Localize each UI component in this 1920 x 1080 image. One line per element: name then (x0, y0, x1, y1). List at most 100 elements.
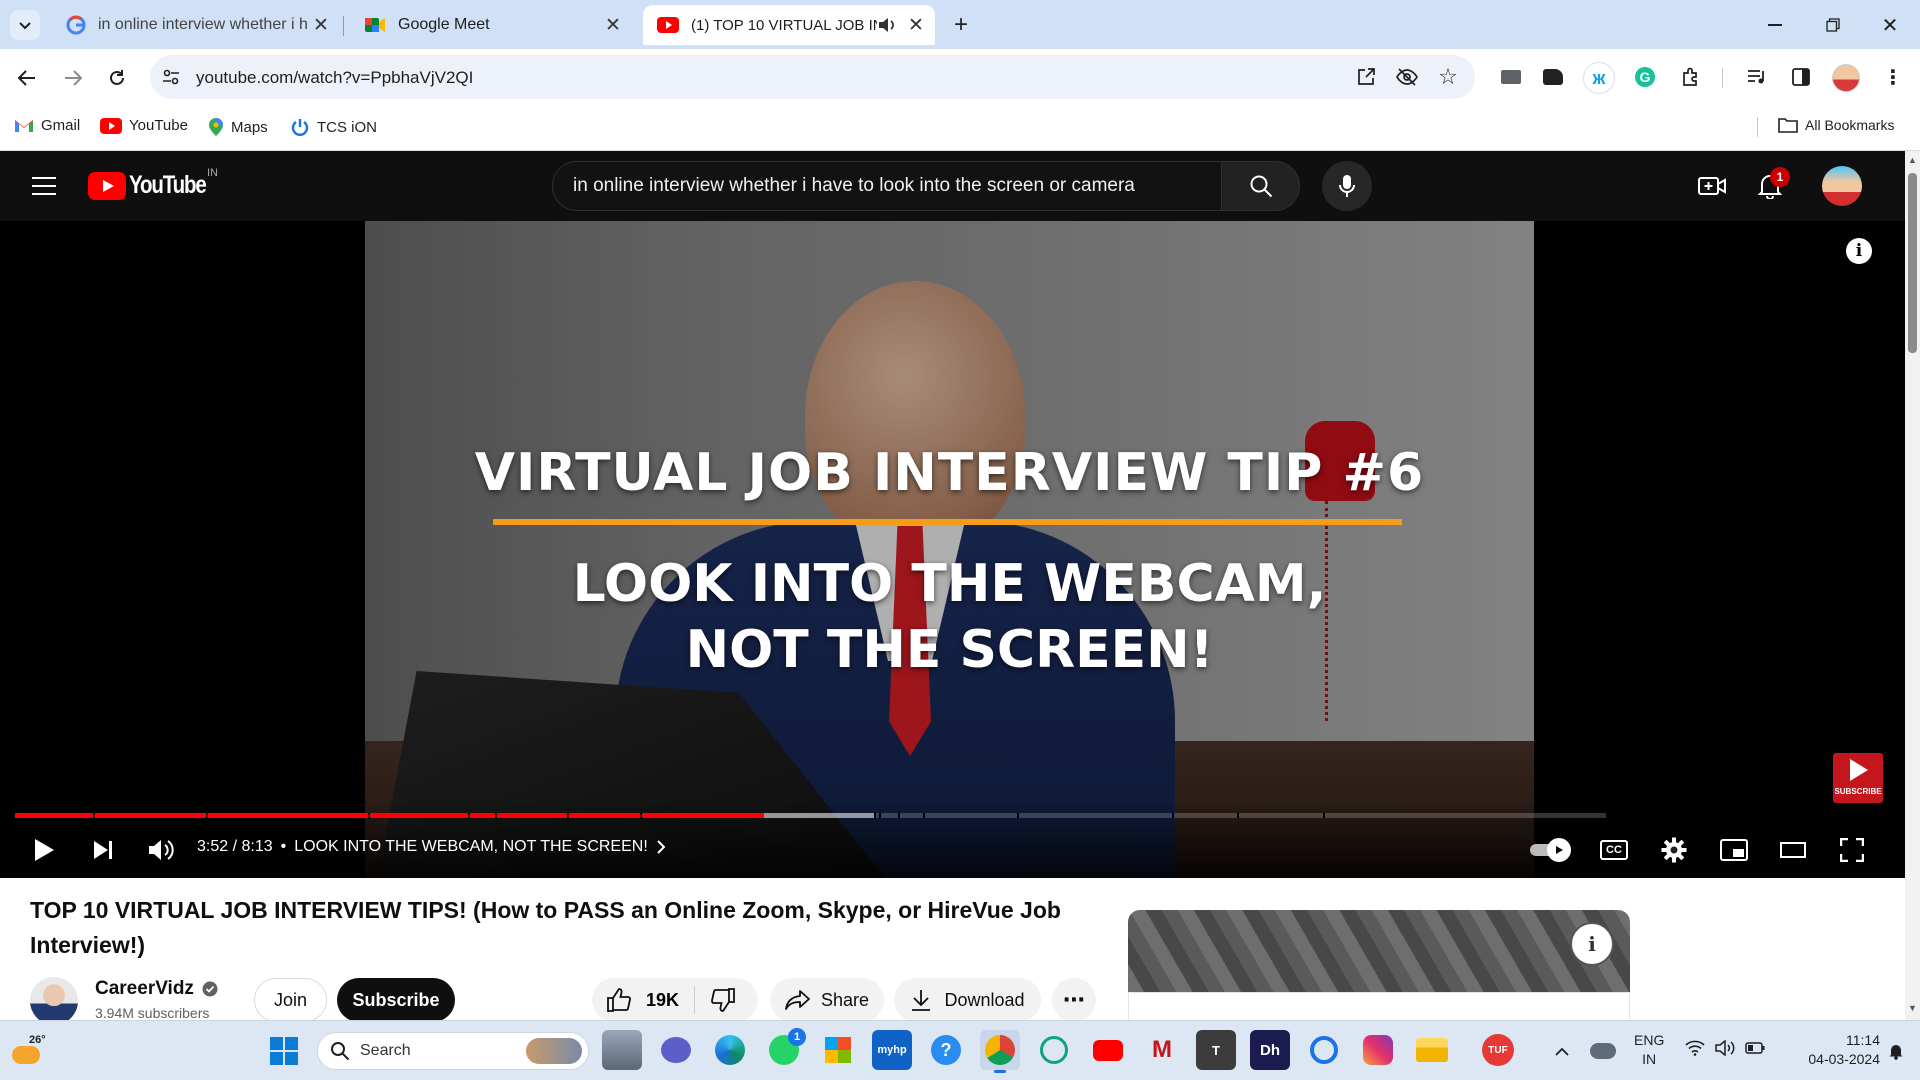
youtube-taskbar-icon[interactable] (1088, 1030, 1128, 1070)
ad-banner[interactable]: i (1128, 910, 1630, 1020)
share-button[interactable]: Share (770, 978, 884, 1022)
site-info-icon[interactable] (158, 64, 184, 90)
tab-search-button[interactable] (10, 10, 40, 40)
tuf-app-icon[interactable]: TUF (1478, 1030, 1518, 1070)
back-button[interactable] (12, 63, 42, 93)
search-input[interactable]: in online interview whether i have to lo… (552, 161, 1222, 211)
speaker-icon[interactable] (877, 16, 897, 34)
eye-off-icon[interactable] (1394, 64, 1420, 90)
show-hidden-icons-button[interactable] (1550, 1040, 1574, 1064)
more-actions-button[interactable]: ⋯ (1052, 978, 1096, 1022)
extension-screen-icon[interactable] (1498, 64, 1524, 90)
bookmark-tcs-ion[interactable]: TCS iON (290, 117, 377, 137)
progress-bar[interactable] (15, 813, 1606, 818)
chrome-icon[interactable] (980, 1030, 1020, 1070)
extension-cat-icon[interactable] (1540, 64, 1566, 90)
info-icon[interactable]: i (1846, 238, 1872, 264)
chatgpt-icon[interactable] (1034, 1030, 1074, 1070)
next-button[interactable] (85, 832, 121, 868)
cortana-icon[interactable] (1304, 1030, 1344, 1070)
tab-google-meet[interactable]: Google Meet ✕ (350, 5, 632, 45)
scroll-down-icon[interactable]: ▼ (1908, 1003, 1917, 1013)
account-avatar[interactable] (1822, 166, 1862, 206)
language-indicator[interactable]: ENG IN (1634, 1031, 1664, 1069)
tab-title: in online interview whether i ha (98, 16, 308, 33)
miniplayer-button[interactable] (1716, 832, 1752, 868)
close-window-button[interactable]: ✕ (1875, 12, 1905, 38)
search-button[interactable] (1221, 161, 1300, 211)
minimize-button[interactable] (1760, 12, 1790, 38)
extensions-puzzle-icon[interactable] (1678, 64, 1704, 90)
bookmark-gmail[interactable]: Gmail (14, 117, 80, 134)
close-icon[interactable]: ✕ (600, 12, 626, 38)
video-frame[interactable]: VIRTUAL JOB INTERVIEW TIP #6 LOOK INTO T… (365, 221, 1534, 878)
youtube-logo[interactable]: YouTube (88, 171, 222, 200)
onedrive-cloud-icon[interactable] (1590, 1043, 1616, 1059)
new-tab-button[interactable]: + (948, 11, 974, 38)
system-tray[interactable] (1685, 1040, 1765, 1056)
scrollbar-thumb[interactable] (1908, 173, 1917, 353)
channel-avatar[interactable] (30, 977, 78, 1025)
forward-button[interactable] (58, 63, 88, 93)
guide-menu-button[interactable] (28, 170, 60, 202)
start-button[interactable] (264, 1031, 304, 1071)
reload-button[interactable] (102, 63, 132, 93)
autoplay-toggle[interactable] (1530, 838, 1572, 862)
fullscreen-button[interactable] (1834, 832, 1870, 868)
subscribe-watermark[interactable]: SUBSCRIBE (1833, 753, 1883, 803)
edge-icon[interactable] (710, 1030, 750, 1070)
channel-name-row[interactable]: CareerVidz (95, 978, 218, 1000)
all-bookmarks-button[interactable]: All Bookmarks (1778, 117, 1894, 133)
task-view-icon[interactable] (602, 1030, 642, 1070)
voice-search-button[interactable] (1322, 161, 1372, 211)
close-icon[interactable]: ✕ (903, 12, 929, 38)
terminal-icon[interactable]: T (1196, 1030, 1236, 1070)
tab-youtube-video[interactable]: (1) TOP 10 VIRTUAL JOB INT ✕ (643, 5, 935, 45)
subscribe-button[interactable]: Subscribe (337, 978, 455, 1022)
grammarly-icon[interactable]: G (1632, 64, 1658, 90)
captions-button[interactable]: CC (1596, 834, 1632, 866)
url-text[interactable]: youtube.com/watch?v=PpbhaVjV2QI (196, 68, 473, 88)
create-button[interactable] (1694, 168, 1730, 204)
time-chapter[interactable]: 3:52 / 8:13 • LOOK INTO THE WEBCAM, NOT … (197, 838, 666, 856)
extension-butterfly-icon[interactable]: ж (1584, 63, 1614, 93)
settings-button[interactable] (1656, 832, 1692, 868)
share-label: Share (820, 989, 870, 1010)
restore-button[interactable] (1818, 12, 1848, 38)
kebab-menu-icon[interactable]: ⋮ (1880, 64, 1906, 90)
dh-app-icon[interactable]: Dh (1250, 1030, 1290, 1070)
clock[interactable]: 11:14 04-03-2024 (1784, 1031, 1880, 1069)
chevron-up-icon (1555, 1047, 1569, 1056)
mcafee-icon[interactable]: M (1142, 1030, 1182, 1070)
taskbar-search[interactable]: Search (317, 1032, 589, 1070)
bookmark-youtube[interactable]: YouTube (100, 117, 188, 134)
bookmark-maps[interactable]: Maps (208, 117, 268, 137)
scroll-up-icon[interactable]: ▲ (1908, 155, 1917, 165)
notification-center-button[interactable] (1885, 1040, 1907, 1062)
file-explorer-icon[interactable] (1412, 1030, 1452, 1070)
ad-info-icon[interactable]: i (1570, 922, 1614, 966)
google-icon (66, 15, 86, 35)
tab-search[interactable]: in online interview whether i ha ✕ (52, 5, 340, 45)
page-scrollbar[interactable]: ▲ ▼ (1905, 151, 1920, 1020)
weather-widget[interactable]: 26° (10, 1034, 46, 1068)
play-button[interactable] (26, 832, 62, 868)
microsoft-store-icon[interactable] (818, 1030, 858, 1070)
mute-button[interactable] (143, 832, 179, 868)
chat-icon[interactable] (656, 1030, 696, 1070)
theater-mode-button[interactable] (1775, 832, 1811, 868)
dislike-button[interactable] (708, 986, 738, 1014)
help-icon[interactable]: ? (926, 1030, 966, 1070)
bookmark-star-icon[interactable]: ☆ (1435, 64, 1461, 90)
like-button[interactable]: 19K (606, 986, 679, 1014)
close-icon[interactable]: ✕ (308, 12, 334, 38)
myhp-icon[interactable]: myhp (872, 1030, 912, 1070)
instagram-icon[interactable] (1358, 1030, 1398, 1070)
download-button[interactable]: Download (894, 978, 1041, 1022)
side-panel-icon[interactable] (1788, 64, 1814, 90)
meet-icon (365, 18, 385, 32)
join-button[interactable]: Join (254, 978, 327, 1022)
media-control-icon[interactable] (1744, 64, 1770, 90)
open-in-app-icon[interactable] (1353, 64, 1379, 90)
profile-avatar[interactable] (1832, 64, 1860, 92)
